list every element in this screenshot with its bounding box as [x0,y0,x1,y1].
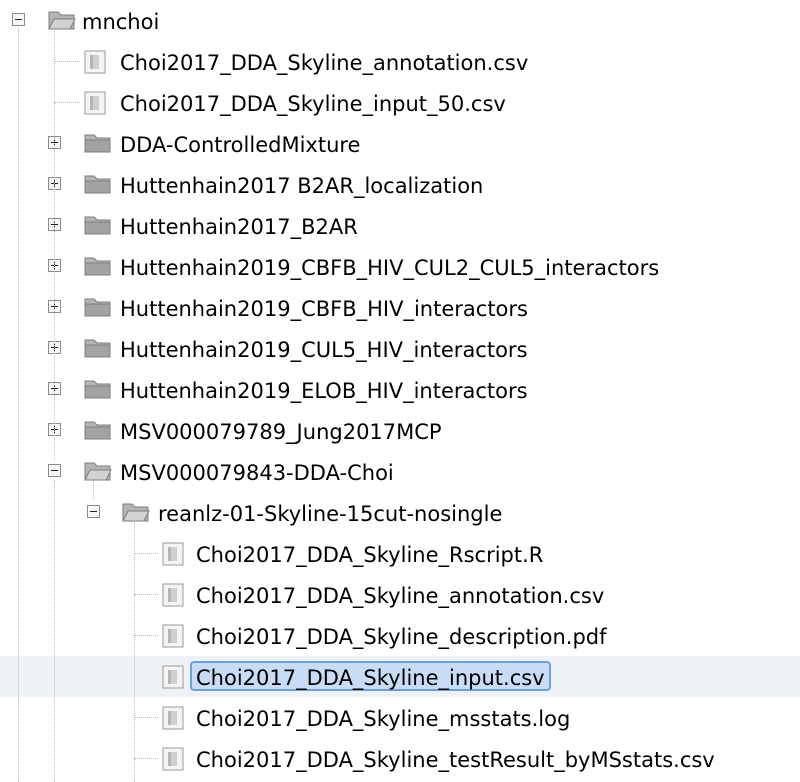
folder-icon [84,296,112,322]
folder-open-icon [122,501,150,527]
file-icon [162,665,184,693]
selected-item-label[interactable]: Choi2017_DDA_Skyline_input.csv [190,661,551,691]
tree-item-file[interactable]: Choi2017_DDA_Skyline_testResult_byMSstat… [0,738,800,779]
folder-icon [84,173,112,199]
folder-icon [84,378,112,404]
tree-item-label[interactable]: Choi2017_DDA_Skyline_testResult_byMSstat… [190,743,721,773]
tree-item-folder[interactable]: Huttenhain2017_B2AR [0,205,800,246]
tree-guide-line [54,480,55,782]
tree-item-label[interactable]: Choi2017_DDA_Skyline_msstats.log [190,702,576,732]
tree-item-file[interactable]: Choi2017_DDA_Skyline_input.csv [0,656,800,697]
tree-item-label[interactable]: Huttenhain2019_CBFB_HIV_interactors [114,292,534,322]
tree-item-label[interactable]: Choi2017_DDA_Skyline_annotation.csv [190,579,610,609]
folder-icon [84,255,112,281]
tree-item-folder[interactable]: mnchoi [0,0,800,41]
tree-item-file[interactable]: Choi2017_DDA_Skyline_input_50.csv [0,82,800,123]
tree-item-label[interactable]: MSV000079789_Jung2017MCP [114,415,448,445]
folder-icon [84,214,112,240]
tree-item-label[interactable]: Choi2017_DDA_Skyline_input_50.csv [114,87,512,117]
tree-item-folder[interactable]: Huttenhain2019_CUL5_HIV_interactors [0,328,800,369]
file-icon [84,50,106,78]
tree-guide-line [54,27,55,460]
tree-item-folder[interactable]: MSV000079843-DDA-Choi [0,451,800,492]
tree-item-file[interactable]: Choi2017_DDA_Skyline_msstats.log [0,697,800,738]
tree-item-label[interactable]: Choi2017_DDA_Skyline_Rscript.R [190,538,549,568]
tree-item-folder[interactable]: DDA-ControlledMixture [0,123,800,164]
tree-item-label[interactable]: mnchoi [76,5,165,35]
tree-item-label[interactable]: Choi2017_DDA_Skyline_annotation.csv [114,46,534,76]
tree-item-label[interactable]: Huttenhain2017 B2AR_localization [114,169,489,199]
tree-item-label[interactable]: reanlz-01-Skyline-15cut-nosingle [152,497,508,527]
folder-icon [84,337,112,363]
tree-item-file[interactable]: Choi2017_DDA_Skyline_annotation.csv [0,41,800,82]
tree-item-folder[interactable]: Huttenhain2017 B2AR_localization [0,164,800,205]
tree-item-folder[interactable]: reanlz-01-Skyline-15cut-nosingle [0,492,800,533]
tree-item-folder[interactable]: MSV000079789_Jung2017MCP [0,410,800,451]
folder-open-icon [84,460,112,486]
file-tree: mnchoi Choi2017_DDA_Skyline_annotation.cs… [0,0,800,782]
tree-item-label[interactable]: Huttenhain2017_B2AR [114,210,364,240]
tree-item-file[interactable]: Choi2017_DDA_Skyline_annotation.csv [0,574,800,615]
collapse-toggle[interactable] [87,505,100,518]
tree-item-file[interactable]: Choi2017_DDA_Skyline_description.pdf [0,615,800,656]
tree-item-label[interactable]: Choi2017_DDA_Skyline_description.pdf [190,620,613,650]
tree-item-label[interactable]: Huttenhain2019_CBFB_HIV_CUL2_CUL5_intera… [114,251,665,281]
file-icon [162,706,184,734]
tree-item-folder[interactable]: Huttenhain2019_CBFB_HIV_interactors [0,287,800,328]
tree-item-folder[interactable]: Huttenhain2019_ELOB_HIV_interactors [0,369,800,410]
collapse-toggle[interactable] [12,13,25,26]
tree-item-label[interactable]: MSV000079843-DDA-Choi [114,456,400,486]
file-icon [162,583,184,611]
file-icon [162,542,184,570]
tree-item-label[interactable]: DDA-ControlledMixture [114,128,366,158]
folder-open-icon [48,9,76,35]
file-icon [84,91,106,119]
tree-item-label[interactable]: Huttenhain2019_ELOB_HIV_interactors [114,374,534,404]
file-icon [162,624,184,652]
tree-guide-line [134,520,135,782]
tree-item-folder[interactable]: Huttenhain2019_CBFB_HIV_CUL2_CUL5_intera… [0,246,800,287]
folder-icon [84,419,112,445]
collapse-toggle[interactable] [48,464,61,477]
folder-icon [84,132,112,158]
tree-guide-line [18,27,19,782]
tree-guide-line [93,480,94,500]
file-icon [162,747,184,775]
tree-item-label[interactable]: Huttenhain2019_CUL5_HIV_interactors [114,333,534,363]
tree-item-file[interactable]: Choi2017_DDA_Skyline_Rscript.R [0,533,800,574]
